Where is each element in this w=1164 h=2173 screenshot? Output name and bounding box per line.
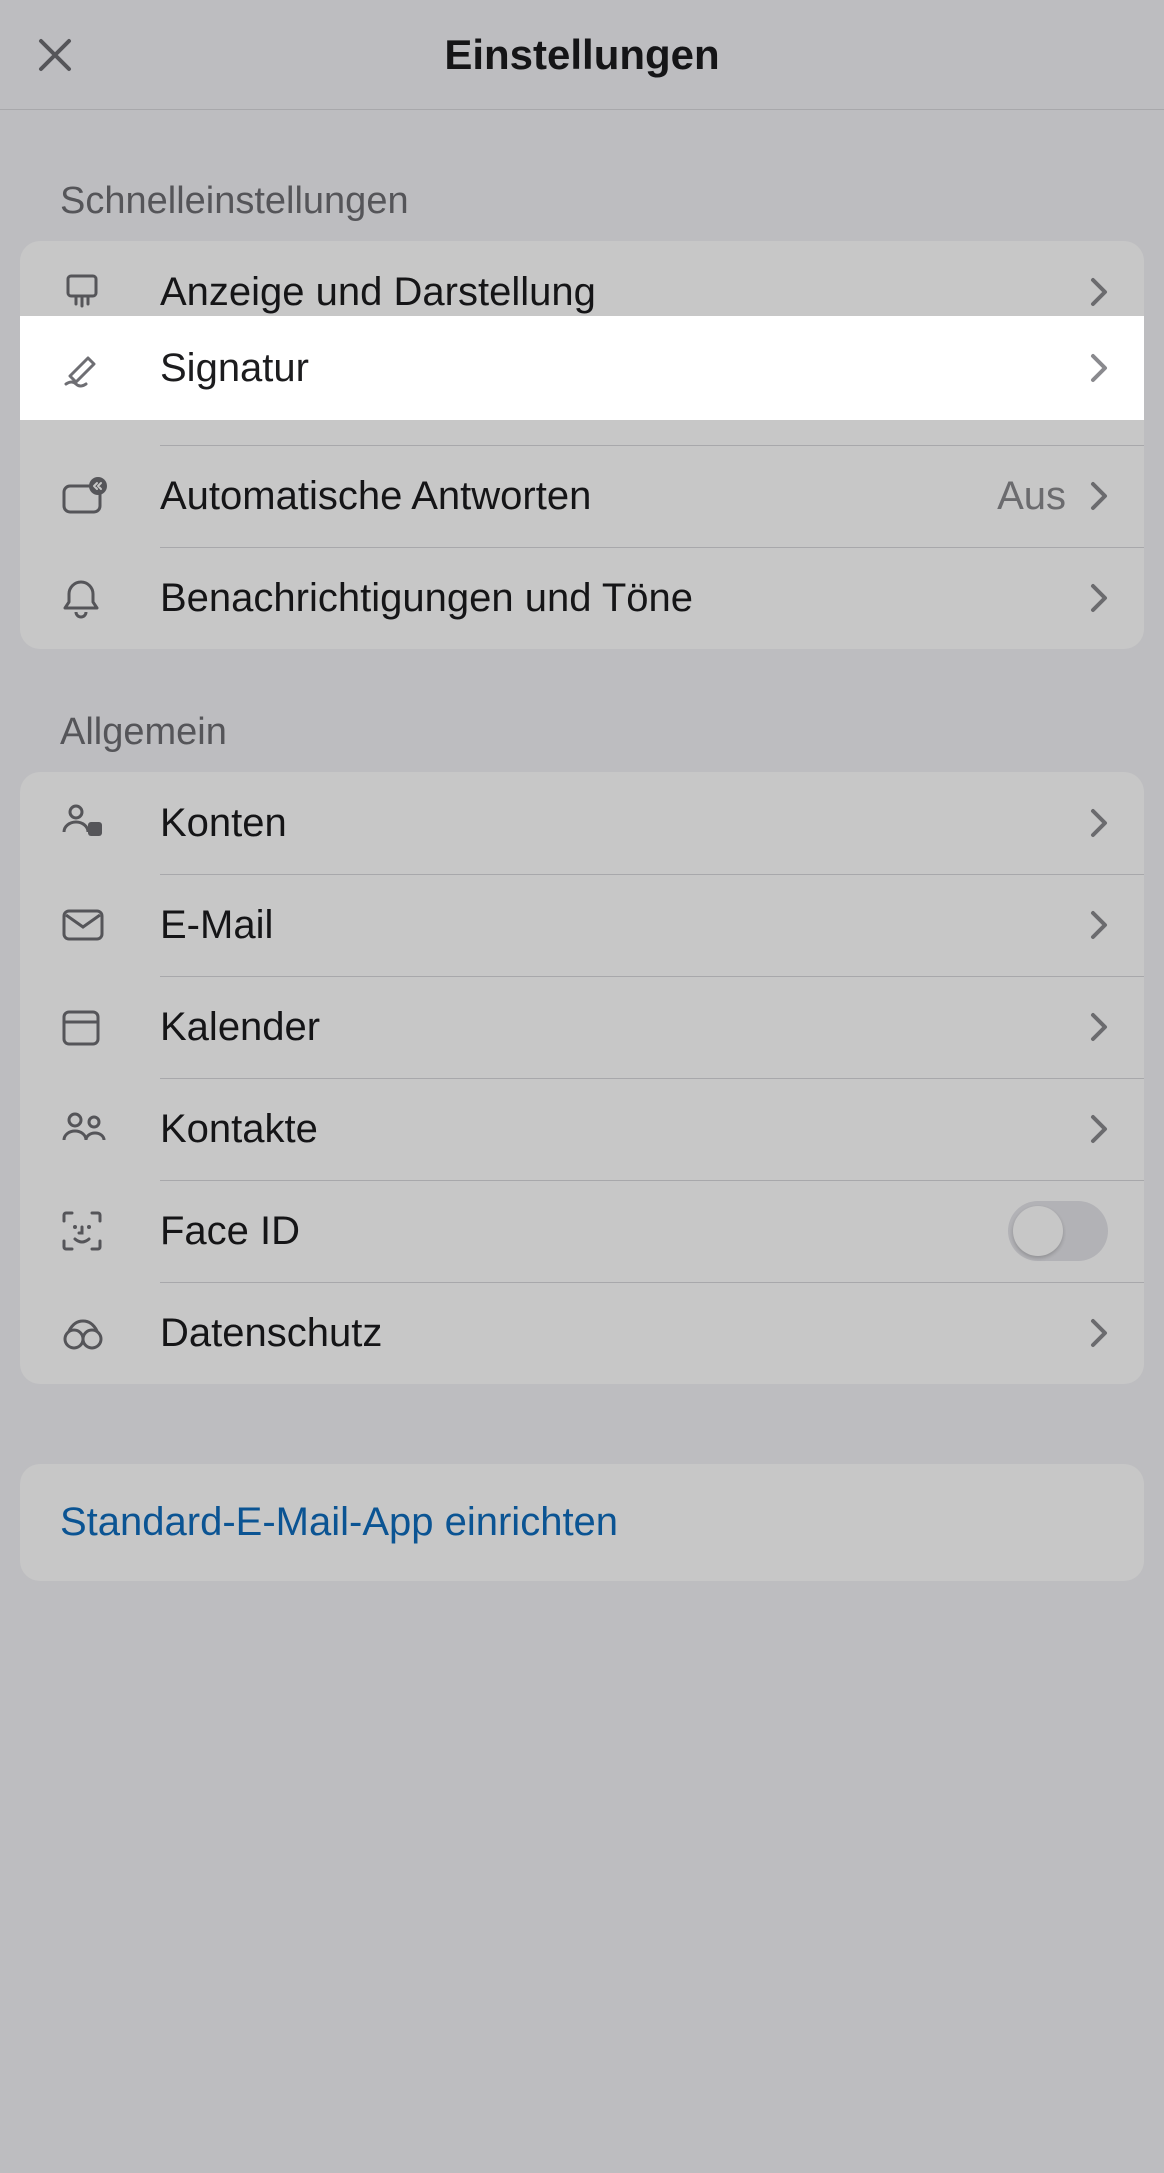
row-privacy[interactable]: Datenschutz <box>20 1282 1144 1384</box>
accounts-icon <box>60 802 106 844</box>
row-email[interactable]: E-Mail <box>20 874 1144 976</box>
row-faceid-label: Face ID <box>160 1209 1008 1254</box>
chevron-right-icon <box>1090 808 1108 838</box>
privacy-icon <box>60 1313 106 1353</box>
general-settings-card: Konten E-Mail <box>20 772 1144 1384</box>
row-accounts[interactable]: Konten <box>20 772 1144 874</box>
paintbrush-icon <box>60 270 104 314</box>
chevron-right-icon <box>1090 1318 1108 1348</box>
row-email-label: E-Mail <box>160 903 1090 948</box>
row-autoreply-label: Automatische Antworten <box>160 474 997 519</box>
chevron-right-icon <box>1090 1114 1108 1144</box>
row-faceid[interactable]: Face ID <box>20 1180 1144 1282</box>
section-label-general: Allgemein <box>20 691 1144 772</box>
chevron-right-icon <box>1090 910 1108 940</box>
row-notifications-label: Benachrichtigungen und Töne <box>160 576 1090 621</box>
default-mail-app-link[interactable]: Standard-E-Mail-App einrichten <box>60 1500 618 1544</box>
quick-settings-card: Anzeige und Darstellung Signatur <box>20 241 1144 649</box>
row-calendar[interactable]: Kalender <box>20 976 1144 1078</box>
chevron-right-icon <box>1090 481 1108 511</box>
toggle-knob <box>1013 1206 1063 1256</box>
row-contacts-label: Kontakte <box>160 1107 1090 1152</box>
row-calendar-label: Kalender <box>160 1005 1090 1050</box>
row-notifications[interactable]: Benachrichtigungen und Töne <box>20 547 1144 649</box>
row-signature-label: Signatur <box>160 346 1090 391</box>
row-appearance-label: Anzeige und Darstellung <box>160 270 1090 315</box>
faceid-toggle[interactable] <box>1008 1201 1108 1261</box>
row-autoreply[interactable]: Automatische Antworten Aus <box>20 445 1144 547</box>
row-privacy-label: Datenschutz <box>160 1311 1090 1356</box>
calendar-icon <box>60 1006 102 1048</box>
row-contacts[interactable]: Kontakte <box>20 1078 1144 1180</box>
close-button[interactable] <box>30 30 80 80</box>
default-mail-app-card[interactable]: Standard-E-Mail-App einrichten <box>20 1464 1144 1581</box>
row-autoreply-value: Aus <box>997 474 1066 519</box>
chevron-right-icon <box>1090 1012 1108 1042</box>
close-icon <box>35 35 75 75</box>
settings-header: Einstellungen <box>0 0 1164 110</box>
page-title: Einstellungen <box>0 31 1164 79</box>
bell-icon <box>60 576 102 620</box>
row-accounts-label: Konten <box>160 801 1090 846</box>
autoreply-icon <box>60 476 108 516</box>
faceid-icon <box>60 1209 104 1253</box>
signature-icon <box>60 346 104 390</box>
chevron-right-icon <box>1090 583 1108 613</box>
section-label-quick: Schnelleinstellungen <box>20 160 1144 241</box>
chevron-right-icon <box>1090 353 1108 383</box>
contacts-icon <box>60 1110 108 1148</box>
chevron-right-icon <box>1090 277 1108 307</box>
row-signature-highlight[interactable]: Signatur <box>20 316 1144 420</box>
mail-icon <box>60 907 106 943</box>
